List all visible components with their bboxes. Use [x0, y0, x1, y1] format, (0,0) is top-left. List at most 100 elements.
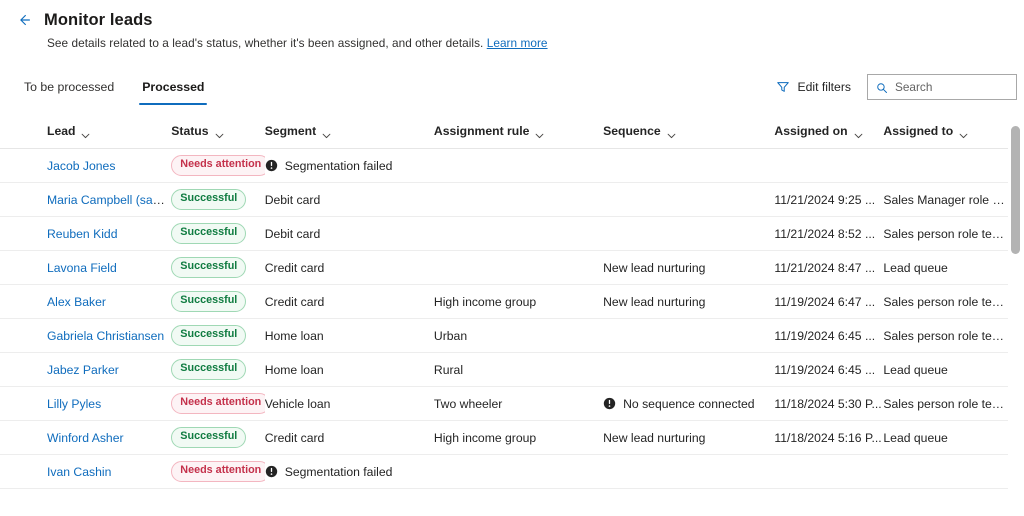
tab-to-be-processed[interactable]: To be processed [10, 76, 128, 105]
table-row[interactable]: Ivan Cashin Needs attention Segmentation f… [0, 454, 1008, 489]
page-subtitle: See details related to a lead's status, … [47, 36, 1024, 50]
cell-segment: Vehicle loan [264, 386, 434, 421]
table-row[interactable]: Alex Baker Successful Credit card High inco… [0, 284, 1008, 319]
leads-table-region: Lead Status Segment Assignment rule Sequ… [0, 116, 1024, 514]
status-badge: Needs attention [171, 461, 265, 482]
cell-assigned-to-text: Sales person role team [883, 226, 1008, 241]
cell-assigned-to [883, 148, 1008, 183]
cell-segment-text: Home loan [264, 328, 324, 343]
cell-status: Needs attention [171, 386, 265, 421]
cell-status: Needs attention [171, 454, 265, 489]
lead-link[interactable]: Lilly Pyles [47, 397, 101, 411]
search-input[interactable] [895, 80, 1008, 94]
cell-assignment-rule: High income group [433, 420, 604, 455]
cell-assigned-on: 11/19/2024 6:45 ... [774, 352, 884, 387]
cell-segment: Debit card [264, 216, 434, 251]
cell-segment: Segmentation failed [264, 454, 434, 489]
status-badge: Successful [171, 189, 247, 210]
cell-assignment-rule [433, 250, 604, 285]
command-bar-actions: Edit filters [774, 74, 1017, 100]
cell-assigned-on: 11/21/2024 9:25 ... [774, 182, 884, 217]
cell-assignment-rule [433, 182, 604, 217]
cell-assignment-rule [433, 216, 604, 251]
cell-status: Successful [171, 250, 265, 285]
cell-segment-text: Credit card [264, 294, 325, 309]
cell-assigned-on: 11/18/2024 5:30 P... [774, 386, 884, 421]
cell-assignment-rule: Rural [433, 352, 604, 387]
column-header-lead[interactable]: Lead [0, 116, 172, 149]
info-filled-icon [265, 159, 278, 172]
cell-status: Needs attention [171, 148, 265, 183]
vertical-scrollbar-thumb[interactable] [1011, 126, 1020, 254]
lead-link[interactable]: Jacob Jones [47, 159, 115, 173]
table-row[interactable]: Maria Campbell (sample) Successful Debit c… [0, 182, 1008, 217]
status-badge: Successful [171, 291, 247, 312]
arrow-left-icon[interactable] [14, 10, 34, 30]
cell-assigned-on-text: 11/18/2024 5:16 P... [774, 430, 882, 445]
cell-assignment-rule-text: Two wheeler [433, 396, 503, 411]
lead-link[interactable]: Maria Campbell (sample) [47, 193, 171, 207]
cell-assigned-on: 11/19/2024 6:45 ... [774, 318, 884, 353]
cell-assigned-on: 11/18/2024 5:16 P... [774, 420, 884, 455]
table-row[interactable]: Jacob Jones Needs attention Segmentation f… [0, 148, 1008, 183]
cell-assigned-on-text: 11/21/2024 8:47 ... [774, 260, 876, 275]
cell-assigned-to: Sales person role team [883, 386, 1008, 421]
column-header-assigned-on[interactable]: Assigned on [774, 116, 884, 149]
cell-assignment-rule-text: Urban [433, 328, 468, 343]
cell-segment: Segmentation failed [264, 148, 434, 183]
lead-link[interactable]: Alex Baker [47, 295, 106, 309]
cell-status: Successful [171, 216, 265, 251]
cell-status: Successful [171, 352, 265, 387]
table-header: Lead Status Segment Assignment rule Sequ… [0, 116, 1008, 149]
table-row[interactable]: Jabez Parker Successful Home loan Rural 11/1… [0, 352, 1008, 387]
cell-assignment-rule: High income group [433, 284, 604, 319]
learn-more-link[interactable]: Learn more [487, 36, 548, 50]
chevron-down-icon [535, 128, 544, 139]
cell-assigned-to: Sales Manager role te.. [883, 182, 1008, 217]
cell-sequence [603, 318, 775, 353]
lead-link[interactable]: Ivan Cashin [47, 465, 111, 479]
cell-lead: Lilly Pyles [0, 386, 172, 421]
lead-link[interactable]: Jabez Parker [47, 363, 119, 377]
column-header-status-label: Status [171, 124, 209, 138]
table-row[interactable]: Winford Asher Successful Credit card High i… [0, 420, 1008, 455]
table-row[interactable]: Lilly Pyles Needs attention Vehicle loan Tw… [0, 386, 1008, 421]
cell-sequence: New lead nurturing [603, 284, 775, 319]
column-header-sequence[interactable]: Sequence [603, 116, 775, 149]
column-header-assigned-to[interactable]: Assigned to [883, 116, 1008, 149]
cell-lead: Jabez Parker [0, 352, 172, 387]
cell-sequence: New lead nurturing [603, 420, 775, 455]
cell-lead: Winford Asher [0, 420, 172, 455]
cell-assignment-rule [433, 454, 604, 489]
table-row[interactable]: Reuben Kidd Successful Debit card 11/21/202… [0, 216, 1008, 251]
table-row[interactable]: Lavona Field Successful Credit card New lea… [0, 250, 1008, 285]
cell-assignment-rule: Urban [433, 318, 604, 353]
search-box[interactable] [867, 74, 1017, 100]
cell-segment-text: Credit card [264, 260, 325, 275]
page-title: Monitor leads [44, 10, 153, 29]
cell-segment: Debit card [264, 182, 434, 217]
cell-segment: Home loan [264, 352, 434, 387]
column-header-lead-label: Lead [47, 124, 76, 138]
status-badge: Successful [171, 223, 247, 244]
cell-assigned-on-text: 11/18/2024 5:30 P... [774, 396, 882, 411]
cell-lead: Lavona Field [0, 250, 172, 285]
vertical-scrollbar-track[interactable] [1011, 116, 1020, 514]
lead-link[interactable]: Gabriela Christiansen [47, 329, 164, 343]
lead-link[interactable]: Lavona Field [47, 261, 117, 275]
lead-link[interactable]: Reuben Kidd [47, 227, 117, 241]
column-header-segment[interactable]: Segment [264, 116, 434, 149]
cell-sequence-text: New lead nurturing [603, 430, 706, 445]
lead-link[interactable]: Winford Asher [47, 431, 124, 445]
cell-assigned-to: Lead queue [883, 420, 1008, 455]
column-header-segment-label: Segment [264, 124, 317, 138]
column-header-assignment-rule[interactable]: Assignment rule [433, 116, 604, 149]
chevron-down-icon [959, 128, 968, 139]
table-row[interactable]: Gabriela Christiansen Successful Home loan… [0, 318, 1008, 353]
tab-processed[interactable]: Processed [128, 76, 218, 105]
column-header-status[interactable]: Status [171, 116, 265, 149]
edit-filters-button[interactable]: Edit filters [774, 76, 853, 98]
column-header-assigned-to-label: Assigned to [883, 124, 954, 138]
cell-status: Successful [171, 182, 265, 217]
info-filled-icon [265, 465, 278, 478]
